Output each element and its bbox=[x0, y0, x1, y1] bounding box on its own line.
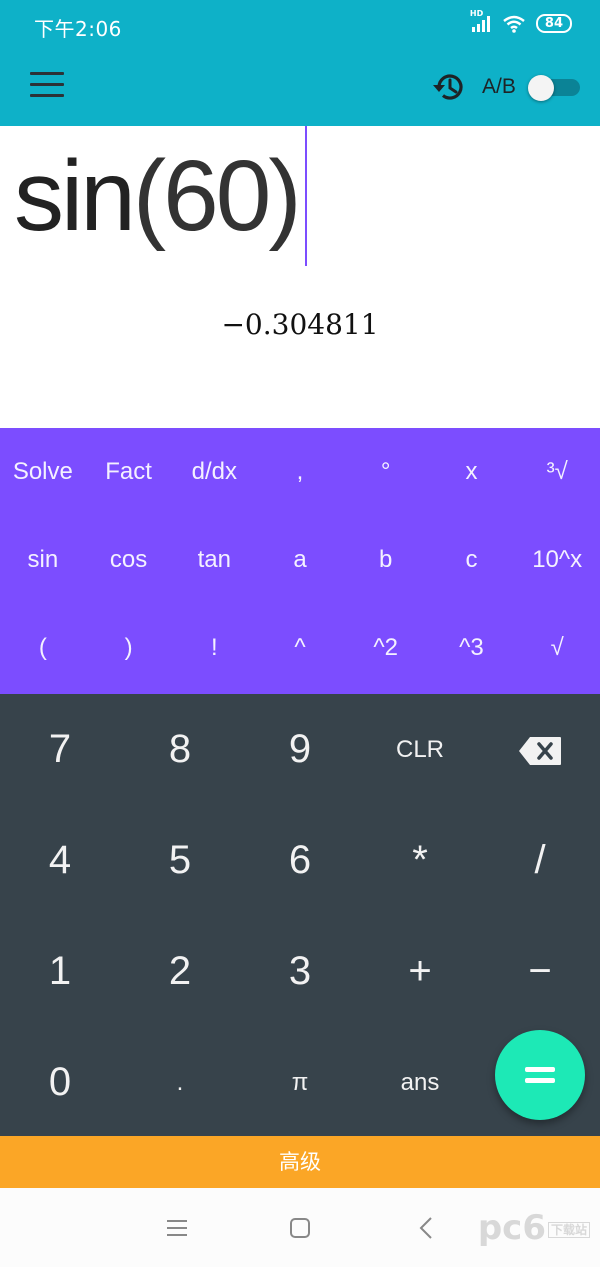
expression-close-paren: ) bbox=[268, 140, 301, 252]
function-keypad: Solve Fact d/dx , ° x ³√ sin cos tan a b… bbox=[0, 428, 600, 694]
back-icon[interactable] bbox=[412, 1214, 442, 1242]
cos-key[interactable]: cos bbox=[86, 546, 172, 574]
digit-9-key[interactable]: 9 bbox=[240, 727, 360, 772]
watermark-text: pc6 bbox=[477, 1208, 546, 1248]
subtract-key[interactable]: − bbox=[480, 949, 600, 994]
result-preview: −0.304811 bbox=[221, 308, 379, 341]
ten-power-key[interactable]: 10^x bbox=[514, 546, 600, 574]
number-row-2: 4 5 6 * / bbox=[0, 805, 600, 916]
add-key[interactable]: + bbox=[360, 949, 480, 994]
function-row-2: sin cos tan a b c 10^x bbox=[0, 516, 600, 604]
digit-7-key[interactable]: 7 bbox=[0, 727, 120, 772]
digit-6-key[interactable]: 6 bbox=[240, 838, 360, 883]
system-nav-bar: pc6 下载站 bbox=[0, 1188, 600, 1267]
digit-5-key[interactable]: 5 bbox=[120, 838, 240, 883]
square-key[interactable]: ^2 bbox=[343, 634, 429, 662]
degree-key[interactable]: ° bbox=[343, 458, 429, 486]
c-variable-key[interactable]: c bbox=[429, 546, 515, 574]
expression-argument: 60 bbox=[163, 140, 271, 252]
backspace-icon bbox=[519, 737, 561, 766]
battery-indicator: 84 bbox=[535, 14, 572, 33]
close-paren-key[interactable]: ) bbox=[86, 634, 172, 662]
divide-key[interactable]: / bbox=[480, 838, 600, 883]
factorial-key[interactable]: ! bbox=[171, 634, 257, 662]
b-variable-key[interactable]: b bbox=[343, 546, 429, 574]
fact-key[interactable]: Fact bbox=[86, 458, 172, 486]
backspace-key[interactable] bbox=[480, 727, 600, 772]
advanced-button[interactable]: 高级 bbox=[0, 1136, 600, 1188]
digit-8-key[interactable]: 8 bbox=[120, 727, 240, 772]
function-row-3: ( ) ! ^ ^2 ^3 √ bbox=[0, 604, 600, 692]
ans-key[interactable]: ans bbox=[360, 1069, 480, 1097]
status-bar: 下午2:06 HD 84 bbox=[0, 0, 600, 46]
menu-icon[interactable] bbox=[30, 72, 64, 98]
digit-3-key[interactable]: 3 bbox=[240, 949, 360, 994]
tan-key[interactable]: tan bbox=[171, 546, 257, 574]
watermark-logo: pc6 下载站 bbox=[478, 1208, 590, 1248]
expression-display: sin(60) −0.304811 bbox=[0, 126, 600, 428]
recent-apps-icon[interactable] bbox=[162, 1214, 192, 1242]
ab-mode-toggle[interactable] bbox=[528, 75, 582, 101]
expression-open-paren: ( bbox=[132, 140, 166, 252]
pi-key[interactable]: π bbox=[240, 1069, 360, 1097]
expression-function: sin bbox=[14, 140, 136, 252]
digit-4-key[interactable]: 4 bbox=[0, 838, 120, 883]
network-type-label: HD bbox=[469, 8, 484, 18]
open-paren-key[interactable]: ( bbox=[0, 634, 86, 662]
multiply-key[interactable]: * bbox=[360, 838, 480, 883]
status-time: 下午2:06 bbox=[34, 17, 122, 41]
cube-key[interactable]: ^3 bbox=[429, 634, 515, 662]
signal-icon: HD bbox=[470, 9, 492, 33]
status-icons: HD 84 bbox=[470, 9, 572, 33]
function-row-1: Solve Fact d/dx , ° x ³√ bbox=[0, 428, 600, 516]
digit-0-key[interactable]: 0 bbox=[0, 1060, 120, 1105]
toggle-thumb bbox=[528, 75, 554, 101]
derivative-key[interactable]: d/dx bbox=[171, 458, 257, 486]
sin-key[interactable]: sin bbox=[0, 546, 86, 574]
ab-mode-label: A/B bbox=[482, 75, 516, 98]
equals-button[interactable] bbox=[495, 1030, 585, 1120]
history-icon[interactable] bbox=[430, 68, 468, 106]
number-row-3: 1 2 3 + − bbox=[0, 916, 600, 1027]
wifi-icon bbox=[503, 15, 525, 33]
home-icon[interactable] bbox=[285, 1214, 315, 1242]
a-variable-key[interactable]: a bbox=[257, 546, 343, 574]
x-variable-key[interactable]: x bbox=[429, 458, 515, 486]
decimal-key[interactable]: . bbox=[120, 1069, 240, 1097]
expression-input[interactable]: sin(60) bbox=[14, 146, 302, 246]
number-row-1: 7 8 9 CLR bbox=[0, 694, 600, 805]
digit-1-key[interactable]: 1 bbox=[0, 949, 120, 994]
text-cursor bbox=[305, 126, 307, 266]
square-root-key[interactable]: √ bbox=[514, 634, 600, 662]
toolbar: A/B bbox=[0, 46, 600, 126]
comma-key[interactable]: , bbox=[257, 458, 343, 486]
clear-key[interactable]: CLR bbox=[360, 736, 480, 764]
cube-root-key[interactable]: ³√ bbox=[514, 458, 600, 486]
watermark-subtext: 下载站 bbox=[547, 1222, 590, 1238]
equals-icon bbox=[525, 1065, 555, 1085]
power-key[interactable]: ^ bbox=[257, 634, 343, 662]
solve-key[interactable]: Solve bbox=[0, 458, 86, 486]
digit-2-key[interactable]: 2 bbox=[120, 949, 240, 994]
